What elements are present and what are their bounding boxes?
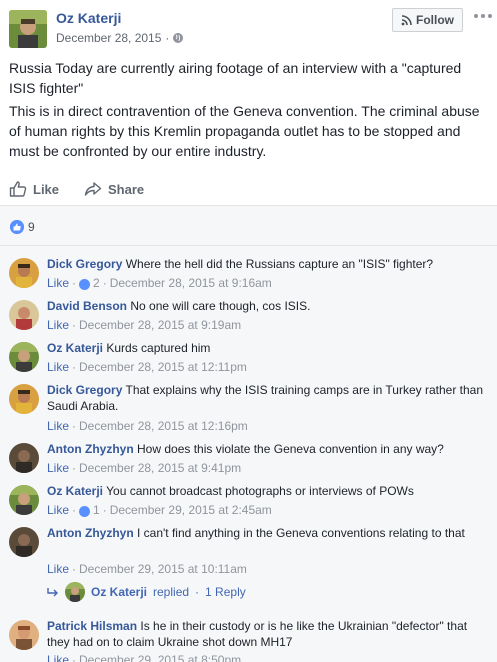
comment-meta: Like · December 28, 2015 at 9:19am <box>47 318 241 332</box>
comment-meta: Like · December 28, 2015 at 9:41pm <box>47 461 241 475</box>
meta-separator: · <box>72 461 77 475</box>
comment-like-link[interactable]: Like <box>47 318 69 332</box>
share-button[interactable]: Share <box>84 180 144 198</box>
reaction-count[interactable]: 9 <box>28 220 35 234</box>
commenter-name[interactable]: Dick Gregory <box>47 257 122 271</box>
comment-like-link[interactable]: Like <box>47 461 69 475</box>
reactions-summary[interactable]: 9 <box>0 206 497 246</box>
comment-text: No one will care though, cos ISIS. <box>130 299 311 313</box>
commenter-avatar[interactable] <box>9 527 39 557</box>
commenter-name[interactable]: Anton Zhyzhyn <box>47 526 134 540</box>
comment-time[interactable]: December 29, 2015 at 2:45am <box>110 503 272 517</box>
comment-time[interactable]: December 28, 2015 at 12:11pm <box>79 360 247 374</box>
share-label: Share <box>108 181 145 197</box>
comment-time[interactable]: December 28, 2015 at 9:16am <box>110 276 272 290</box>
like-reaction-icon <box>10 220 24 234</box>
commenter-name[interactable]: David Benson <box>47 299 127 313</box>
commenter-avatar[interactable] <box>9 443 39 473</box>
commenter-name[interactable]: Anton Zhyzhyn <box>47 442 134 456</box>
meta-separator: · <box>102 503 107 517</box>
comment-meta: Like · December 28, 2015 at 12:11pm <box>47 360 247 374</box>
globe-icon <box>173 33 184 43</box>
commenter-name[interactable]: Oz Katerji <box>47 484 103 498</box>
like-reaction-icon <box>79 278 91 290</box>
comment-body: Patrick Hilsman Is he in their custody o… <box>47 618 487 650</box>
comment-text: Where the hell did the Russians capture … <box>125 257 434 271</box>
meta-separator: · <box>72 318 77 332</box>
comment-body: Dick Gregory That explains why the ISIS … <box>47 382 487 414</box>
comment-time[interactable]: December 28, 2015 at 9:41pm <box>79 461 241 475</box>
thumbs-up-icon <box>9 181 27 197</box>
date-separator: · <box>165 31 170 45</box>
reply-arrow-icon <box>47 588 58 597</box>
view-replies-link[interactable]: Oz Katerji replied · 1 Reply <box>47 582 246 602</box>
comment-like-link[interactable]: Like <box>47 419 69 433</box>
comments-section: Dick Gregory Where the hell did the Russ… <box>0 246 497 662</box>
comment-body: Anton Zhyzhyn I can't find anything in t… <box>47 525 487 541</box>
like-button[interactable]: Like <box>9 180 59 198</box>
post-date-row: December 28, 2015 · <box>56 31 184 45</box>
comment-like-link[interactable]: Like <box>47 562 69 576</box>
comment-like-count[interactable]: 1 <box>93 503 100 517</box>
comment-body: Oz Katerji You cannot broadcast photogra… <box>47 483 487 499</box>
meta-separator: · <box>72 653 77 662</box>
rss-follow-icon <box>401 14 412 25</box>
comment-time[interactable]: December 28, 2015 at 9:19am <box>79 318 241 332</box>
comment-text: How does this violate the Geneva convent… <box>137 442 444 456</box>
commenter-avatar[interactable] <box>9 384 39 414</box>
author-avatar[interactable] <box>9 10 47 48</box>
like-label: Like <box>33 181 60 197</box>
more-dots-icon[interactable] <box>474 14 492 18</box>
meta-separator: · <box>72 419 77 433</box>
comment-text: I can't find anything in the Geneva conv… <box>137 526 465 540</box>
comment-text: You cannot broadcast photographs or inte… <box>106 484 414 498</box>
commenter-avatar[interactable] <box>9 342 39 372</box>
comment-time[interactable]: December 29, 2015 at 10:11am <box>79 562 247 576</box>
meta-separator: · <box>72 562 77 576</box>
commenter-name[interactable]: Patrick Hilsman <box>47 619 137 633</box>
reply-count: 1 Reply <box>205 585 246 599</box>
comment-body: Oz Katerji Kurds captured him <box>47 340 487 356</box>
comment-body: Anton Zhyzhyn How does this violate the … <box>47 441 487 457</box>
commenter-avatar[interactable] <box>9 620 39 650</box>
share-arrow-icon <box>84 182 102 196</box>
post-date[interactable]: December 28, 2015 <box>56 31 161 45</box>
commenter-avatar[interactable] <box>9 300 39 330</box>
comment-like-link[interactable]: Like <box>47 503 69 517</box>
comment-body: Dick Gregory Where the hell did the Russ… <box>47 256 487 272</box>
meta-separator: · <box>72 360 77 374</box>
comment-meta: Like · December 28, 2015 at 12:16pm <box>47 419 248 433</box>
comment-like-link[interactable]: Like <box>47 360 69 374</box>
comment-body: David Benson No one will care though, co… <box>47 298 487 314</box>
comment-like-link[interactable]: Like <box>47 653 69 662</box>
commenter-name[interactable]: Dick Gregory <box>47 383 122 397</box>
commenter-name[interactable]: Oz Katerji <box>47 341 103 355</box>
comment-meta: Like · December 29, 2015 at 10:11am <box>47 562 247 576</box>
post-author-name[interactable]: Oz Katerji <box>56 10 121 26</box>
comment-like-count[interactable]: 2 <box>93 276 100 290</box>
comment-time[interactable]: December 29, 2015 at 8:50pm <box>79 653 241 662</box>
post-paragraph-2: This is in direct contravention of the G… <box>9 103 480 159</box>
comment-meta: Like · 2 · December 28, 2015 at 9:16am <box>47 276 272 290</box>
reply-author: Oz Katerji <box>91 585 148 599</box>
meta-separator: · <box>72 503 77 517</box>
post-paragraph-1: Russia Today are currently airing footag… <box>9 60 462 96</box>
like-reaction-icon <box>79 505 91 517</box>
comment-like-link[interactable]: Like <box>47 276 69 290</box>
commenter-avatar[interactable] <box>9 485 39 515</box>
comment-meta: Like · 1 · December 29, 2015 at 2:45am <box>47 503 272 517</box>
comment-time[interactable]: December 28, 2015 at 12:16pm <box>79 419 248 433</box>
post-header: Oz Katerji December 28, 2015 · Follow <box>0 0 497 50</box>
post-actions-bar: Like Share <box>0 174 497 206</box>
comment-text: Kurds captured him <box>106 341 211 355</box>
meta-separator: · <box>72 276 77 290</box>
follow-button[interactable]: Follow <box>392 8 463 32</box>
meta-separator: · <box>102 276 107 290</box>
reply-avatar <box>65 582 85 602</box>
reply-text: replied <box>153 585 190 599</box>
commenter-avatar[interactable] <box>9 258 39 288</box>
meta-separator: · <box>195 585 200 599</box>
follow-label: Follow <box>416 13 454 27</box>
comment-meta: Like · December 29, 2015 at 8:50pm <box>47 653 241 662</box>
